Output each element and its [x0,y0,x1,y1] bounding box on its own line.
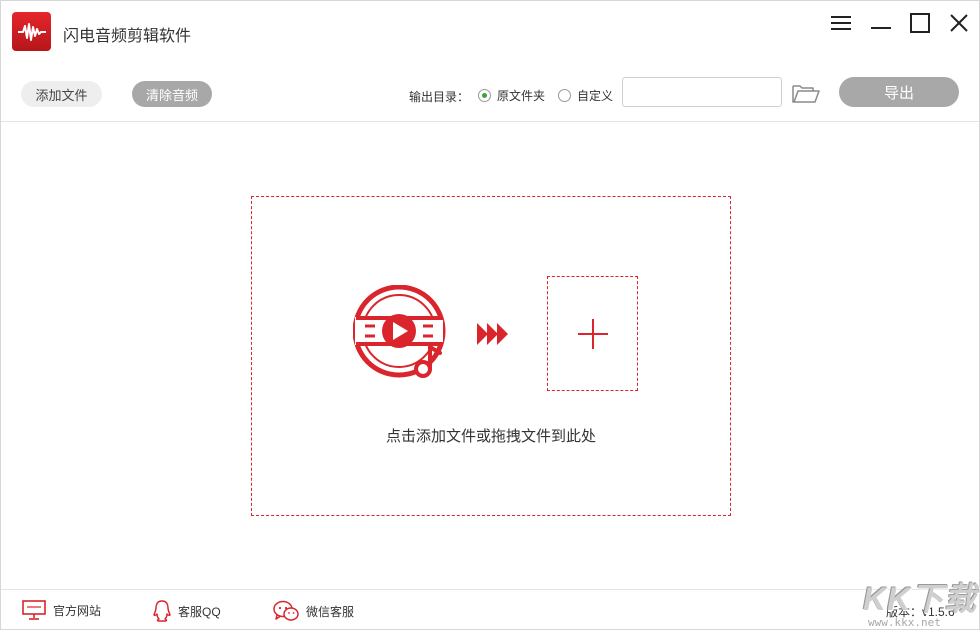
watermark-logo-text: KK下载 [863,581,978,617]
export-button[interactable]: 导出 [839,77,959,107]
title-bar: 闪电音频剪辑软件 [1,1,979,61]
radio-original-label: 原文件夹 [497,89,546,103]
plus-icon [577,318,608,349]
qq-support-label: 客服QQ [178,604,221,619]
drop-hint-text: 点击添加文件或拖拽文件到此处 [385,428,596,445]
watermark-url: www.kkx.net [868,616,941,629]
radio-custom-folder[interactable]: 自定义 [558,87,613,104]
close-icon[interactable] [939,9,979,37]
music-video-icon [352,284,453,390]
output-dir-input[interactable] [622,77,782,107]
qq-icon [153,600,171,622]
minimize-icon[interactable] [861,9,901,37]
fast-forward-icon [477,322,509,351]
maximize-icon[interactable] [900,9,940,37]
output-dir-label: 输出目录： [409,90,470,104]
wechat-icon [273,600,299,621]
footer: 官方网站 客服QQ 微信客服 版本：v1.5.6 [1,589,979,630]
app-window: 闪电音频剪辑软件 添加文件 清除音频 输出目录： 原文件夹 自定义 导出 点击添… [0,0,980,630]
radio-original-folder[interactable]: 原文件夹 [478,87,545,104]
wechat-support-label: 微信客服 [306,604,355,619]
app-title: 闪电音频剪辑软件 [63,28,192,45]
menu-icon[interactable] [821,9,861,37]
add-file-plus-button[interactable] [547,276,638,391]
add-file-button[interactable]: 添加文件 [21,81,102,107]
qq-support-link[interactable]: 客服QQ [153,600,221,622]
folder-open-icon[interactable] [791,81,821,105]
file-drop-zone[interactable]: 点击添加文件或拖拽文件到此处 [251,196,731,516]
toolbar: 添加文件 清除音频 输出目录： 原文件夹 自定义 导出 [1,61,979,122]
wechat-support-link[interactable]: 微信客服 [273,600,354,622]
radio-unchecked-icon [558,89,571,102]
app-logo-icon [12,12,51,51]
radio-checked-icon [478,89,491,102]
official-website-link[interactable]: 官方网站 [22,600,101,620]
official-website-label: 官方网站 [53,603,102,618]
radio-custom-label: 自定义 [577,89,614,103]
monitor-icon [22,600,46,620]
clear-audio-button[interactable]: 清除音频 [132,81,212,107]
kk-watermark-logo: KK下载 www.kkx.net [863,574,980,630]
